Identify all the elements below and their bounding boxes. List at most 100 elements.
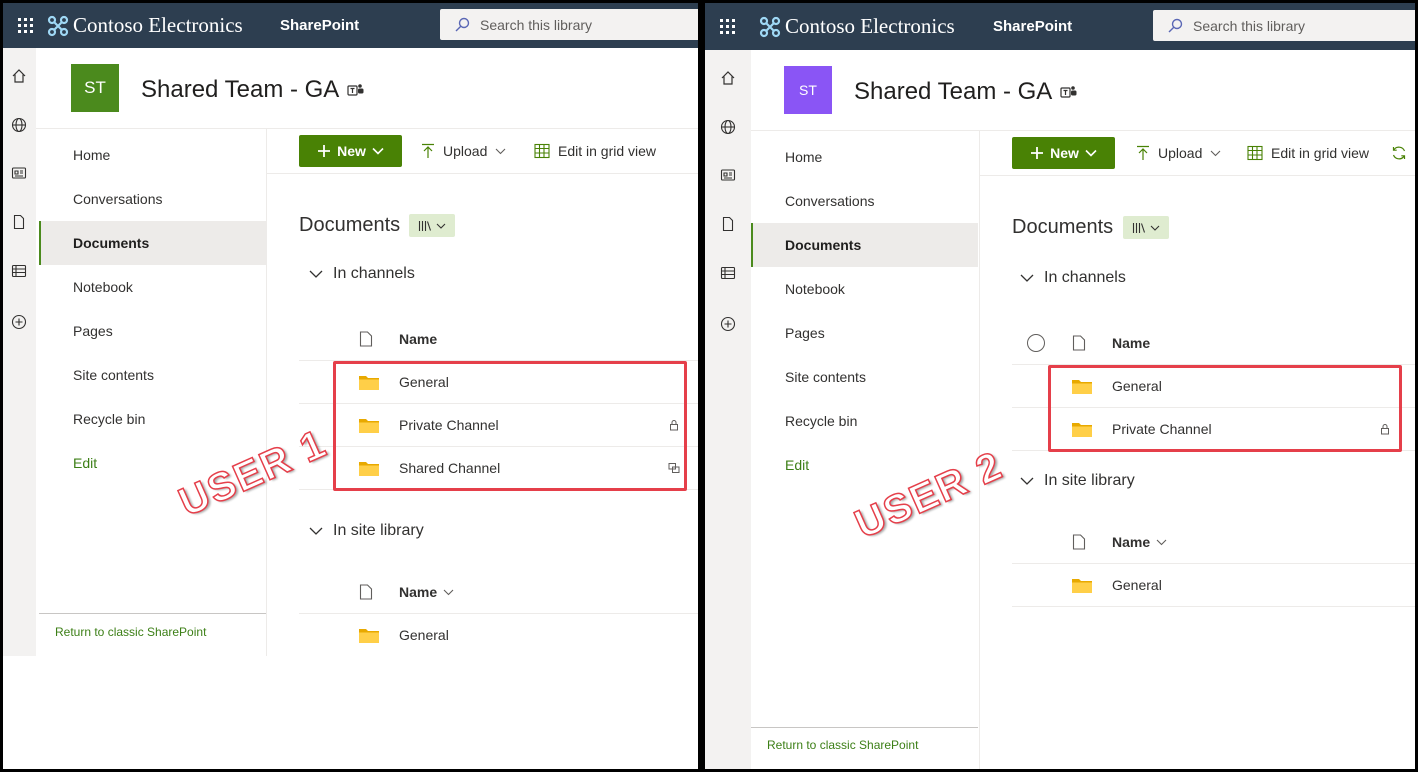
upload-icon — [422, 143, 434, 158]
brand-name: Contoso Electronics — [73, 13, 243, 37]
nav-item-notebook[interactable]: Notebook — [751, 267, 978, 311]
group-header-in-channels[interactable]: In channels — [1020, 269, 1126, 287]
news-icon[interactable] — [717, 164, 739, 186]
app-name[interactable]: SharePoint — [280, 3, 359, 48]
table-row[interactable]: Shared Channel — [299, 446, 698, 489]
row-name[interactable]: General — [1112, 365, 1162, 408]
file-type-icon — [1072, 335, 1086, 351]
nav-footer-divider — [39, 613, 266, 614]
new-button[interactable]: New — [299, 135, 402, 167]
table-row[interactable]: Private Channel — [1012, 407, 1415, 450]
sync-button[interactable] — [1391, 137, 1407, 169]
table-row[interactable]: General — [1012, 364, 1415, 407]
return-classic-link[interactable]: Return to classic SharePoint — [767, 738, 918, 752]
name-column-header[interactable]: Name — [1112, 335, 1150, 351]
nav-item-conversations[interactable]: Conversations — [751, 179, 978, 223]
name-column-header[interactable]: Name — [399, 331, 437, 347]
folder-icon — [359, 629, 379, 643]
file-icon[interactable] — [8, 211, 30, 233]
chevron-down-icon — [1085, 149, 1097, 157]
nav-item-site-contents[interactable]: Site contents — [39, 353, 266, 397]
brand[interactable]: Contoso Electronics — [47, 3, 243, 48]
brand[interactable]: Contoso Electronics — [759, 3, 955, 50]
row-name[interactable]: General — [399, 361, 449, 404]
edit-grid-button[interactable]: Edit in grid view — [534, 135, 656, 167]
nav-item-conversations[interactable]: Conversations — [39, 177, 266, 221]
nav-item-home[interactable]: Home — [751, 135, 978, 179]
edit-grid-button[interactable]: Edit in grid view — [1247, 137, 1369, 169]
list-icon[interactable] — [717, 262, 739, 284]
group-header-in-site-library[interactable]: In site library — [309, 522, 424, 540]
home-icon[interactable] — [8, 65, 30, 87]
name-column-header[interactable]: Name — [399, 584, 454, 600]
upload-button[interactable]: Upload — [421, 135, 506, 167]
add-circle-icon[interactable] — [8, 311, 30, 333]
nav-item-documents[interactable]: Documents — [751, 223, 978, 267]
sync-icon — [1392, 146, 1406, 160]
library-title: Documents — [1012, 216, 1114, 238]
nav-item-home[interactable]: Home — [39, 133, 266, 177]
view-switcher-button[interactable] — [1123, 216, 1169, 239]
group-header-in-channels[interactable]: In channels — [309, 265, 415, 283]
nav-item-recycle-bin[interactable]: Recycle bin — [39, 397, 266, 441]
group-title: In channels — [333, 265, 415, 282]
name-column-header[interactable]: Name — [1112, 534, 1167, 550]
user1-panel: Contoso Electronics SharePoint Search th… — [3, 3, 698, 769]
search-input[interactable]: Search this library — [1153, 10, 1415, 41]
group-title: In site library — [333, 522, 424, 539]
app-launcher-icon[interactable] — [707, 3, 747, 50]
edit-grid-label: Edit in grid view — [558, 143, 657, 159]
app-name[interactable]: SharePoint — [993, 3, 1072, 50]
column-header-row: Name — [1012, 522, 1415, 562]
table-row[interactable]: General — [299, 360, 698, 403]
select-all-checkbox[interactable] — [1027, 334, 1045, 352]
view-switcher-button[interactable] — [409, 214, 455, 237]
chevron-down-icon — [372, 147, 384, 155]
chevron-down-icon — [495, 148, 506, 154]
new-button[interactable]: New — [1012, 137, 1115, 169]
nav-item-pages[interactable]: Pages — [751, 311, 978, 355]
upload-button[interactable]: Upload — [1136, 137, 1221, 169]
table-row[interactable]: General — [299, 613, 698, 656]
site-logo[interactable]: ST — [784, 66, 832, 114]
chevron-down-icon — [309, 270, 323, 278]
site-title-text: Shared Team - GA — [854, 78, 1053, 105]
site-title[interactable]: Shared Team - GA — [854, 78, 1078, 106]
app-launcher-icon[interactable] — [5, 3, 45, 48]
chevron-down-icon — [309, 527, 323, 535]
nav-item-recycle-bin[interactable]: Recycle bin — [751, 399, 978, 443]
return-classic-link[interactable]: Return to classic SharePoint — [55, 625, 206, 639]
nav-item-pages[interactable]: Pages — [39, 309, 266, 353]
nav-item-notebook[interactable]: Notebook — [39, 265, 266, 309]
globe-icon[interactable] — [717, 116, 739, 138]
nav-item-site-contents[interactable]: Site contents — [751, 355, 978, 399]
nav-item-documents[interactable]: Documents — [39, 221, 266, 265]
row-name[interactable]: Private Channel — [399, 404, 499, 447]
lock-icon — [1381, 424, 1389, 435]
file-icon[interactable] — [717, 213, 739, 235]
row-divider — [1012, 606, 1415, 607]
globe-icon[interactable] — [8, 114, 30, 136]
search-input[interactable]: Search this library — [440, 9, 698, 40]
folder-icon — [1072, 579, 1092, 593]
table-row[interactable]: Private Channel — [299, 403, 698, 446]
row-name[interactable]: General — [399, 614, 449, 657]
home-icon[interactable] — [717, 67, 739, 89]
grid-icon — [1247, 145, 1263, 161]
upload-icon — [1137, 145, 1149, 160]
add-circle-icon[interactable] — [717, 313, 739, 335]
new-button-label: New — [337, 143, 366, 159]
library-view-icon — [418, 220, 432, 231]
row-name[interactable]: Private Channel — [1112, 408, 1212, 451]
search-placeholder: Search this library — [480, 16, 593, 33]
table-row[interactable]: General — [1012, 563, 1415, 606]
site-logo[interactable]: ST — [71, 64, 119, 112]
row-name[interactable]: General — [1112, 564, 1162, 607]
list-icon[interactable] — [8, 260, 30, 282]
chevron-down-icon — [1210, 150, 1221, 156]
news-icon[interactable] — [8, 162, 30, 184]
row-name[interactable]: Shared Channel — [399, 447, 500, 490]
site-title[interactable]: Shared Team - GA — [141, 76, 365, 104]
upload-label: Upload — [443, 143, 488, 159]
group-header-in-site-library[interactable]: In site library — [1020, 472, 1135, 490]
